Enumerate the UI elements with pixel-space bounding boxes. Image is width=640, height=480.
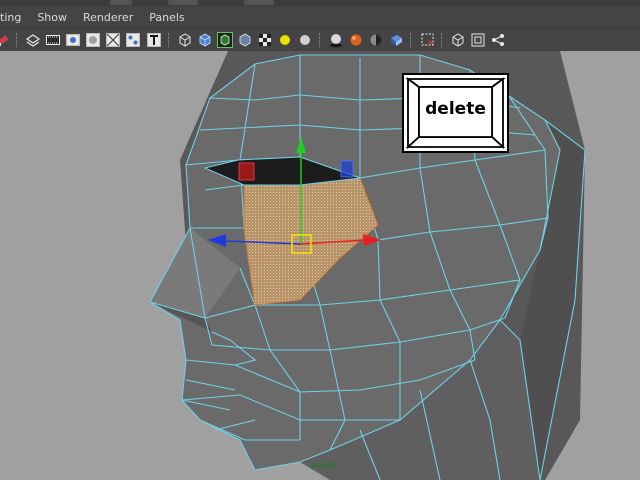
textured-icon[interactable] <box>257 32 273 48</box>
manip-xz-plane-handle[interactable] <box>238 162 255 181</box>
multisample-aa-icon[interactable] <box>388 32 404 48</box>
resolution-gate-icon[interactable] <box>65 32 81 48</box>
select-camera-icon[interactable] <box>0 32 12 48</box>
smooth-shade-icon[interactable] <box>197 32 213 48</box>
menu-show[interactable]: Show <box>37 11 67 24</box>
motion-blur-icon[interactable] <box>368 32 384 48</box>
delete-key-label: delete <box>425 99 486 119</box>
manip-yz-plane-handle[interactable] <box>340 160 354 178</box>
default-light-icon[interactable] <box>277 32 293 48</box>
top-strip-button[interactable] <box>168 0 198 5</box>
gate-mask-icon[interactable] <box>85 32 101 48</box>
camera-attributes-icon[interactable] <box>25 32 41 48</box>
film-gate-icon[interactable] <box>45 32 61 48</box>
toolbar-separator <box>410 33 413 47</box>
safe-action-icon[interactable] <box>125 32 141 48</box>
toolbar-separator <box>319 33 322 47</box>
isolate-select-icon[interactable] <box>420 32 436 48</box>
all-lights-icon[interactable] <box>297 32 313 48</box>
top-strip-button[interactable] <box>244 0 274 5</box>
camera-name-label: persp <box>311 461 337 471</box>
panel-toolbar <box>0 28 640 52</box>
xray-joints-icon[interactable] <box>450 32 466 48</box>
toolbar-separator <box>168 33 171 47</box>
toolbar-separator <box>16 33 19 47</box>
safe-title-icon[interactable] <box>146 32 162 48</box>
xray-active-icon[interactable] <box>470 32 486 48</box>
panel-menu-bar: ting Show Renderer Panels <box>0 6 640 28</box>
xray-icon[interactable] <box>237 32 253 48</box>
shadows-icon[interactable] <box>328 32 344 48</box>
perspective-viewport[interactable] <box>0 51 640 480</box>
wireframe-icon[interactable] <box>177 32 193 48</box>
screen-space-ao-icon[interactable] <box>348 32 364 48</box>
keypress-overlay: delete <box>402 73 509 153</box>
component-toggle-icon[interactable] <box>490 32 506 48</box>
menu-panels[interactable]: Panels <box>149 11 184 24</box>
head-mesh <box>150 51 585 480</box>
field-chart-icon[interactable] <box>105 32 121 48</box>
top-strip-button[interactable] <box>110 0 132 5</box>
wireframe-on-shaded-icon[interactable] <box>217 32 233 48</box>
menu-renderer[interactable]: Renderer <box>83 11 133 24</box>
toolbar-separator <box>441 33 444 47</box>
menu-lighting[interactable]: ting <box>0 11 21 24</box>
